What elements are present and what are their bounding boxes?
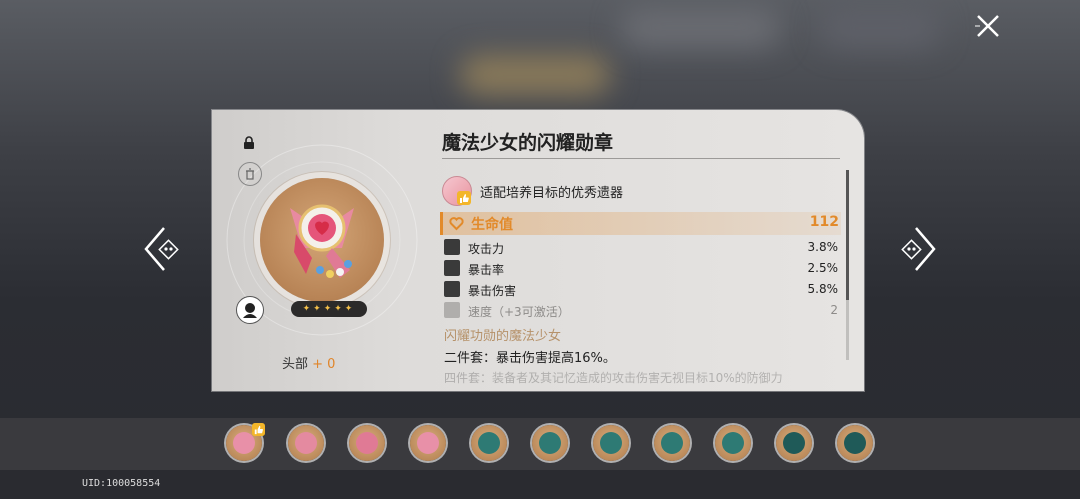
relic-thumbnail: [661, 432, 683, 454]
heart-icon: [449, 217, 464, 231]
close-button[interactable]: [974, 12, 1002, 40]
relic-image: [260, 178, 384, 302]
recommend-avatar: [442, 176, 472, 206]
recommendation-row: 适配培养目标的优秀遗器: [442, 176, 623, 206]
slot-info: 头部 + 0: [282, 353, 335, 372]
relic-slot-item[interactable]: [349, 425, 385, 461]
crit-rate-icon: [444, 260, 460, 276]
sub-stat-label: 速度（+3可激活）: [468, 305, 570, 319]
sub-stat-value: 3.8%: [807, 240, 839, 254]
relic-preview: ✦✦✦✦✦ 头部 + 0: [212, 110, 430, 391]
relic-slot-item[interactable]: [654, 425, 690, 461]
background-blur: [620, 8, 780, 48]
relic-thumbnail: [783, 432, 805, 454]
close-icon: [975, 15, 999, 37]
rarity-stars: ✦✦✦✦✦: [291, 301, 367, 317]
sub-stat-label: 暴击率: [468, 263, 505, 277]
main-stat-row: 生命值 112: [440, 212, 841, 235]
relic-thumbnail: [844, 432, 866, 454]
chevron-right-icon: [901, 227, 936, 271]
relic-slot-item[interactable]: [837, 425, 873, 461]
magical-girl-badge-icon: [290, 204, 354, 278]
relic-thumbnail: [722, 432, 744, 454]
thumbs-up-icon: [457, 191, 471, 205]
background-blur: [460, 55, 610, 95]
sub-stat-row: 暴击伤害 5.8%: [440, 279, 838, 299]
relic-thumbnail: [600, 432, 622, 454]
relic-slot-item[interactable]: [410, 425, 446, 461]
set-name: 闪耀功勋的魔法少女: [444, 329, 562, 344]
sub-stat-label: 攻击力: [468, 242, 505, 256]
relic-slot-item[interactable]: [288, 425, 324, 461]
main-stat-value: 112: [809, 214, 839, 230]
speed-icon: [444, 302, 460, 318]
relic-slot-item[interactable]: [532, 425, 568, 461]
relic-slot-item[interactable]: [776, 425, 812, 461]
relic-slot-item[interactable]: [471, 425, 507, 461]
sub-stat-row: 暴击率 2.5%: [440, 258, 838, 278]
background-blur: [820, 8, 940, 48]
relic-slot-item[interactable]: [593, 425, 629, 461]
relic-slot-item[interactable]: [715, 425, 751, 461]
user-id: UID:100058554: [82, 478, 161, 489]
relic-title: 魔法少女的闪耀勋章: [442, 132, 614, 154]
next-item-button[interactable]: [898, 224, 938, 274]
relic-thumbnail: [478, 432, 500, 454]
sub-stat-row: 攻击力 3.8%: [440, 237, 838, 257]
equip-character-button[interactable]: [236, 296, 264, 324]
scrollbar-thumb[interactable]: [846, 170, 849, 300]
set-two-piece: 二件套：暴击伤害提高16%。: [444, 351, 616, 366]
character-avatar-icon: [243, 303, 257, 318]
sub-stat-value: 2.5%: [807, 261, 839, 275]
sub-stat-value: 2: [830, 303, 838, 317]
main-stat-label: 生命值: [471, 217, 513, 233]
lock-icon: [244, 136, 254, 149]
recommendation-text: 适配培养目标的优秀遗器: [480, 185, 624, 201]
relic-thumbnail: [417, 432, 439, 454]
slot-name: 头部: [282, 357, 309, 372]
set-four-piece: 四件套：装备者及其记忆造成的攻击伤害无视目标10%的防御力: [444, 371, 783, 385]
thumbs-up-icon: [252, 423, 265, 436]
relic-thumbnail: [539, 432, 561, 454]
sub-stat-value: 5.8%: [807, 282, 839, 296]
chevron-left-icon: [144, 227, 179, 271]
sub-stat-row-inactive: 速度（+3可激活） 2: [440, 300, 838, 320]
sword-icon: [444, 239, 460, 255]
relic-detail-panel: ✦✦✦✦✦ 头部 + 0 魔法少女的闪耀勋章 适配培养目标的优秀遗器 生命值 1…: [212, 110, 864, 391]
trash-icon: [246, 168, 254, 180]
sub-stat-label: 暴击伤害: [468, 284, 517, 298]
title-divider: [442, 158, 840, 159]
relic-thumbnail: [356, 432, 378, 454]
discard-button[interactable]: [238, 162, 262, 186]
lock-button[interactable]: [238, 132, 260, 154]
relic-level: + 0: [312, 357, 336, 372]
prev-item-button[interactable]: [142, 224, 182, 274]
relic-thumbnail: [295, 432, 317, 454]
crit-damage-icon: [444, 281, 460, 297]
